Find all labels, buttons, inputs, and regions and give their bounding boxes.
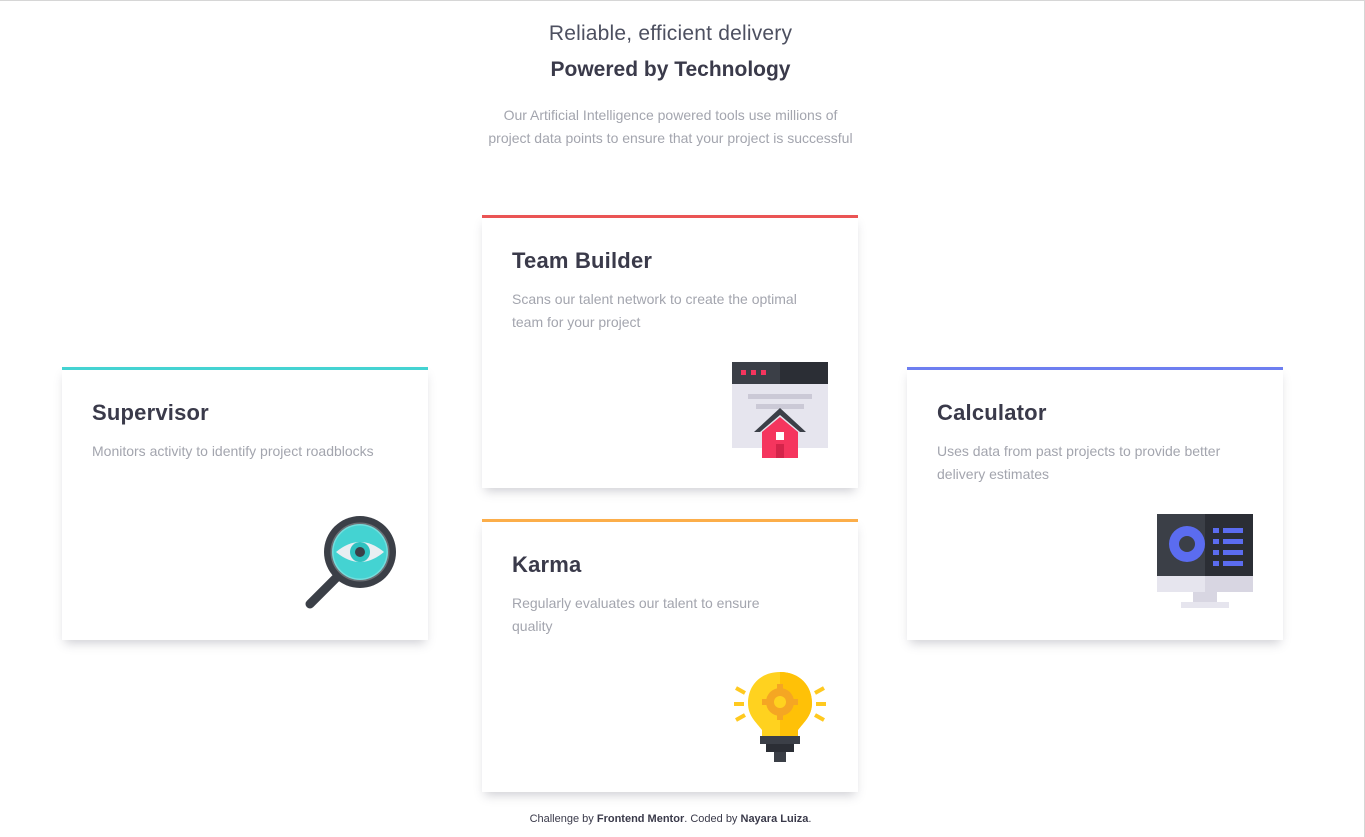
page-title: Powered by Technology [550, 58, 791, 81]
page-header: Reliable, efficient delivery Powered by … [0, 22, 1341, 150]
card-title: Karma [512, 552, 582, 577]
monitor-chart-icon [1157, 514, 1253, 610]
card-description: Scans our talent network to create the o… [512, 291, 797, 330]
card-supervisor: Supervisor Monitors activity to identify… [62, 367, 428, 640]
card-calculator: Calculator Uses data from past projects … [907, 367, 1283, 640]
card-title: Supervisor [92, 400, 209, 425]
card-description: Monitors activity to identify project ro… [92, 443, 374, 459]
frontend-mentor-link[interactable]: Frontend Mentor [597, 813, 684, 825]
card-title: Calculator [937, 400, 1047, 425]
footer-coded-prefix: . Coded by [684, 813, 738, 825]
magnifier-eye-icon [302, 514, 398, 610]
attribution-footer: Challenge by Frontend Mentor. Coded by N… [0, 813, 1341, 825]
footer-suffix: . [808, 813, 812, 825]
card-description: Uses data from past projects to provide … [937, 443, 1221, 482]
browser-home-icon [732, 362, 828, 458]
card-description: Regularly evaluates our talent to ensure… [512, 595, 760, 634]
intro-text: Our Artificial Intelligence powered tool… [488, 107, 853, 146]
card-karma: Karma Regularly evaluates our talent to … [482, 519, 858, 792]
card-team-builder: Team Builder Scans our talent network to… [482, 215, 858, 488]
card-title: Team Builder [512, 248, 653, 273]
footer-challenge-prefix: Challenge by [529, 813, 594, 825]
author-link[interactable]: Nayara Luiza [741, 813, 809, 825]
lightbulb-gear-icon [732, 666, 828, 762]
page-subtitle: Reliable, efficient delivery [548, 22, 793, 45]
